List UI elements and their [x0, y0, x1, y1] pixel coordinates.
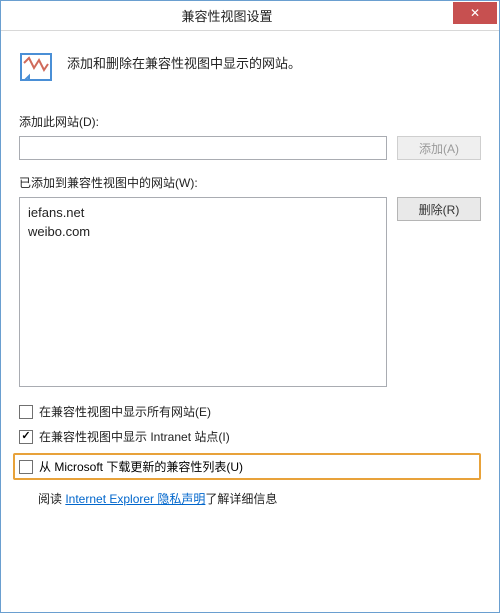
site-listbox[interactable]: iefans.net weibo.com: [19, 197, 387, 387]
window-title: 兼容性视图设置: [1, 6, 453, 25]
list-item[interactable]: weibo.com: [28, 222, 378, 241]
list-item[interactable]: iefans.net: [28, 203, 378, 222]
dialog-window: 兼容性视图设置 ✕ 添加和删除在兼容性视图中显示的网站。 添加此网站(D): 添…: [0, 0, 500, 613]
read-prefix: 阅读: [38, 492, 65, 506]
site-list-label: 已添加到兼容性视图中的网站(W):: [19, 174, 481, 191]
add-site-input[interactable]: [19, 136, 387, 160]
header-description: 添加和删除在兼容性视图中显示的网站。: [67, 51, 301, 72]
site-list-row: iefans.net weibo.com 删除(R): [19, 197, 481, 387]
option-show-intranet[interactable]: 在兼容性视图中显示 Intranet 站点(I): [19, 428, 481, 445]
option-label[interactable]: 从 Microsoft 下载更新的兼容性列表(U): [39, 458, 243, 475]
compat-page-icon: [19, 51, 53, 85]
option-label: 在兼容性视图中显示所有网站(E): [39, 403, 211, 420]
add-site-label: 添加此网站(D):: [19, 113, 481, 130]
read-suffix: 了解详细信息: [205, 492, 277, 506]
checkbox-icon: [19, 405, 33, 419]
option-show-all-sites[interactable]: 在兼容性视图中显示所有网站(E): [19, 403, 481, 420]
close-button[interactable]: ✕: [453, 2, 497, 24]
add-site-row: 添加(A): [19, 136, 481, 160]
header-row: 添加和删除在兼容性视图中显示的网站。: [19, 43, 481, 85]
option-download-ms-highlight: 从 Microsoft 下载更新的兼容性列表(U): [13, 453, 481, 480]
privacy-link[interactable]: Internet Explorer 隐私声明: [65, 492, 205, 506]
add-button[interactable]: 添加(A): [397, 136, 481, 160]
checkbox-icon: [19, 430, 33, 444]
checkbox-icon: [19, 460, 33, 474]
titlebar: 兼容性视图设置 ✕: [1, 1, 499, 31]
dialog-content: 添加和删除在兼容性视图中显示的网站。 添加此网站(D): 添加(A) 已添加到兼…: [1, 31, 499, 612]
remove-button[interactable]: 删除(R): [397, 197, 481, 221]
close-icon: ✕: [470, 7, 480, 19]
option-label: 在兼容性视图中显示 Intranet 站点(I): [39, 428, 230, 445]
privacy-read-row: 阅读 Internet Explorer 隐私声明了解详细信息: [19, 490, 481, 507]
